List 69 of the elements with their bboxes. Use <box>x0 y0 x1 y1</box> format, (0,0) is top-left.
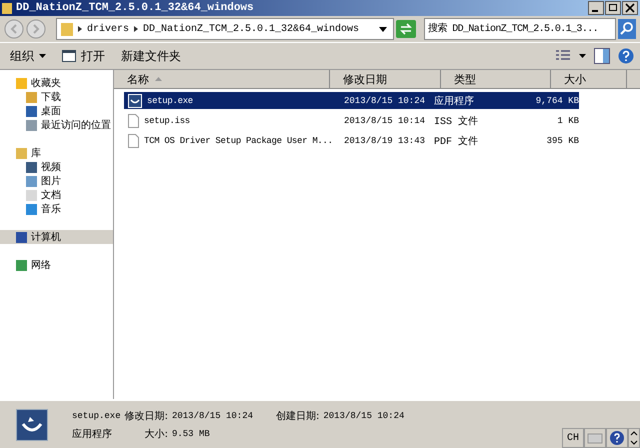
caret-icon <box>39 54 46 58</box>
date-cell-text: 2013/8/19 13:43 <box>344 136 426 146</box>
sidebar-item[interactable]: 网络 <box>0 258 113 272</box>
file-icon <box>128 134 139 148</box>
file-name: setup.exe <box>72 410 121 420</box>
size-cell-text: 395 KB <box>546 136 579 146</box>
close-icon[interactable] <box>622 1 638 15</box>
address-bar[interactable]: drivers DD_NationZ_TCM_2.5.0.1_32&64_windows <box>56 18 394 40</box>
field-value: 9.53 MB <box>172 428 211 438</box>
refresh-icon[interactable] <box>396 20 416 38</box>
toolbar-button[interactable]: 打开 <box>58 46 109 66</box>
dropdown-icon[interactable] <box>579 54 586 58</box>
language-button[interactable]: CH <box>562 428 584 448</box>
maximize-icon[interactable] <box>605 1 621 15</box>
file-name: setup.exe <box>147 96 193 106</box>
field-label: 大小: <box>144 428 168 440</box>
chevron-icon[interactable] <box>78 26 82 32</box>
file-row[interactable]: TCM OS Driver Setup Package User M... 2013/8/19 13:43 PDF 文件 395 KB <box>124 132 579 149</box>
window-icon <box>62 50 76 62</box>
field-label: 修改日期: <box>124 410 168 422</box>
field-label: 创建日期: <box>276 410 320 422</box>
sidebar-item[interactable]: 最近访问的位置 <box>0 118 113 132</box>
help-icon[interactable] <box>618 48 634 64</box>
sidebar-item[interactable]: 文档 <box>0 188 113 202</box>
file-name: setup.iss <box>144 116 190 126</box>
search-icon[interactable] <box>618 19 636 39</box>
date-cell-text: 2013/8/15 10:14 <box>344 116 426 126</box>
file-type: 应用程序 <box>72 428 113 440</box>
sidebar-item[interactable]: 图片 <box>0 174 113 188</box>
column-header[interactable]: 类型 <box>441 70 551 88</box>
file-icon <box>128 114 139 128</box>
column-header[interactable]: 修改日期 <box>330 70 441 88</box>
sidebar-item[interactable]: 计算机 <box>0 230 113 244</box>
options-icon[interactable] <box>628 428 640 448</box>
view-list-icon[interactable] <box>555 49 571 63</box>
toolbar-button[interactable]: 组织 <box>6 46 50 66</box>
breadcrumb[interactable]: drivers <box>87 24 130 34</box>
folder-icon <box>61 22 73 36</box>
size-cell-text: 1 KB <box>556 116 579 126</box>
folder-icon <box>2 2 12 14</box>
type-cell-text: PDF 文件 <box>434 134 480 148</box>
sidebar-item[interactable]: 收藏夹 <box>0 76 113 90</box>
size-cell-text: 9,764 KB <box>534 96 579 106</box>
preview-pane-icon[interactable] <box>594 48 610 64</box>
toolbar-button[interactable]: 新建文件夹 <box>117 46 185 66</box>
sidebar-item[interactable]: 下载 <box>0 90 113 104</box>
minimize-icon[interactable] <box>588 1 604 15</box>
type-cell-text: ISS 文件 <box>434 114 480 128</box>
sidebar-item[interactable]: 库 <box>0 146 113 160</box>
date-cell-text: 2013/8/15 10:24 <box>344 96 426 106</box>
file-row[interactable]: setup.iss 2013/8/15 10:14 ISS 文件 1 KB <box>124 112 579 129</box>
sidebar-item[interactable]: 桌面 <box>0 104 113 118</box>
column-header[interactable]: 名称 <box>114 70 330 88</box>
sidebar-item[interactable]: 音乐 <box>0 202 113 216</box>
search-field[interactable]: 搜索 DD_NationZ_TCM_2.5.0.1_3... <box>424 18 616 40</box>
dropdown-icon[interactable] <box>379 26 387 32</box>
file-name: TCM OS Driver Setup Package User M... <box>144 136 333 146</box>
chevron-icon[interactable] <box>134 26 138 32</box>
column-header[interactable]: 大小 <box>551 70 627 88</box>
app-icon <box>16 408 48 440</box>
app-icon <box>128 94 142 108</box>
field-value: 2013/8/15 10:24 <box>323 410 404 420</box>
sidebar-item[interactable]: 视频 <box>0 160 113 174</box>
type-cell-text: 应用程序 <box>434 94 475 108</box>
breadcrumb[interactable]: DD_NationZ_TCM_2.5.0.1_32&64_windows <box>143 24 360 34</box>
file-row[interactable]: setup.exe 2013/8/15 10:24 应用程序 9,764 KB <box>124 92 579 109</box>
help-icon[interactable] <box>606 428 628 448</box>
window-title: DD_NationZ_TCM_2.5.0.1_32&64_windows <box>16 2 254 14</box>
field-value: 2013/8/15 10:24 <box>172 410 254 420</box>
